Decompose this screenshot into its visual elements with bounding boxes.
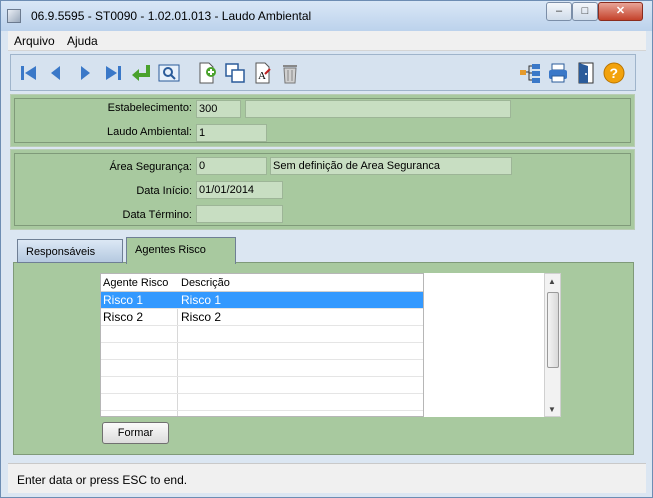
new-record-icon[interactable] xyxy=(194,60,220,86)
menu-arquivo[interactable]: Arquivo xyxy=(14,34,55,48)
agentes-risco-grid: Agente Risco Descrição Risco 1 Risco 1 R… xyxy=(100,273,424,417)
print-icon[interactable] xyxy=(545,60,571,86)
first-record-icon[interactable] xyxy=(16,60,42,86)
tab-responsaveis[interactable]: Responsáveis xyxy=(17,239,123,263)
data-termino-label: Data Término: xyxy=(122,209,193,221)
previous-record-icon[interactable] xyxy=(43,60,69,86)
go-to-icon[interactable] xyxy=(128,60,154,86)
toolbar: A ? xyxy=(10,54,636,91)
svg-text:?: ? xyxy=(610,65,619,81)
column-header-descricao[interactable]: Descrição xyxy=(181,277,230,289)
laudo-ambiental-field[interactable]: 1 xyxy=(196,124,267,142)
scroll-thumb[interactable] xyxy=(547,292,559,368)
table-row[interactable] xyxy=(101,343,423,360)
maximize-button[interactable]: □ xyxy=(572,2,598,21)
app-window: 06.9.5595 - ST0090 - 1.02.01.013 - Laudo… xyxy=(0,0,653,498)
window-title: 06.9.5595 - ST0090 - 1.02.01.013 - Laudo… xyxy=(31,9,312,23)
cell-agente-risco: Risco 1 xyxy=(103,293,144,307)
table-row[interactable] xyxy=(101,360,423,377)
app-icon xyxy=(7,9,21,23)
grid-empty-area xyxy=(424,273,544,417)
area-seguranca-field[interactable]: 0 xyxy=(196,157,267,175)
help-icon[interactable]: ? xyxy=(601,60,627,86)
close-button[interactable]: ✕ xyxy=(598,2,643,21)
delete-trash-icon[interactable] xyxy=(277,60,303,86)
table-row[interactable] xyxy=(101,394,423,411)
search-zoom-icon[interactable] xyxy=(156,60,182,86)
svg-text:A: A xyxy=(258,70,266,82)
tab-agentes-risco[interactable]: Agentes Risco xyxy=(126,237,236,264)
table-row[interactable]: Risco 2 Risco 2 xyxy=(101,309,423,326)
minimize-button[interactable]: – xyxy=(546,2,572,21)
menu-bar: Arquivo Ajuda xyxy=(8,31,646,51)
table-row[interactable] xyxy=(101,326,423,343)
title-bar[interactable]: 06.9.5595 - ST0090 - 1.02.01.013 - Laudo… xyxy=(1,1,652,31)
grid-scrollbar[interactable]: ▲ ▼ xyxy=(544,273,561,417)
cell-descricao: Risco 1 xyxy=(181,293,222,307)
data-inicio-label: Data Início: xyxy=(136,185,192,197)
menu-ajuda[interactable]: Ajuda xyxy=(67,34,98,48)
exit-door-icon[interactable] xyxy=(573,60,599,86)
status-bar: Enter data or press ESC to end. xyxy=(8,463,646,493)
scroll-up-icon[interactable]: ▲ xyxy=(548,277,556,286)
estabelecimento-field[interactable]: 300 xyxy=(196,100,241,118)
formar-button[interactable]: Formar xyxy=(102,422,169,444)
column-header-agente-risco[interactable]: Agente Risco xyxy=(103,277,168,289)
tree-structure-icon[interactable] xyxy=(517,60,543,86)
grid-header: Agente Risco Descrição xyxy=(101,274,423,292)
table-row[interactable] xyxy=(101,377,423,394)
table-row[interactable]: Risco 1 Risco 1 xyxy=(101,292,423,309)
estabelecimento-description-field xyxy=(245,100,511,118)
copy-record-icon[interactable] xyxy=(222,60,248,86)
edit-record-icon[interactable]: A xyxy=(250,60,276,86)
estabelecimento-label: Estabelecimento: xyxy=(107,102,192,114)
laudo-ambiental-label: Laudo Ambiental: xyxy=(106,126,192,138)
scroll-down-icon[interactable]: ▼ xyxy=(548,405,556,414)
next-record-icon[interactable] xyxy=(72,60,98,86)
data-inicio-field[interactable]: 01/01/2014 xyxy=(196,181,283,199)
area-seguranca-label: Área Segurança: xyxy=(109,161,192,173)
status-text: Enter data or press ESC to end. xyxy=(17,473,188,487)
cell-agente-risco: Risco 2 xyxy=(103,310,144,324)
last-record-icon[interactable] xyxy=(100,60,126,86)
data-termino-field[interactable] xyxy=(196,205,283,223)
cell-descricao: Risco 2 xyxy=(181,310,222,324)
area-seguranca-description-field: Sem definição de Area Seguranca xyxy=(270,157,512,175)
